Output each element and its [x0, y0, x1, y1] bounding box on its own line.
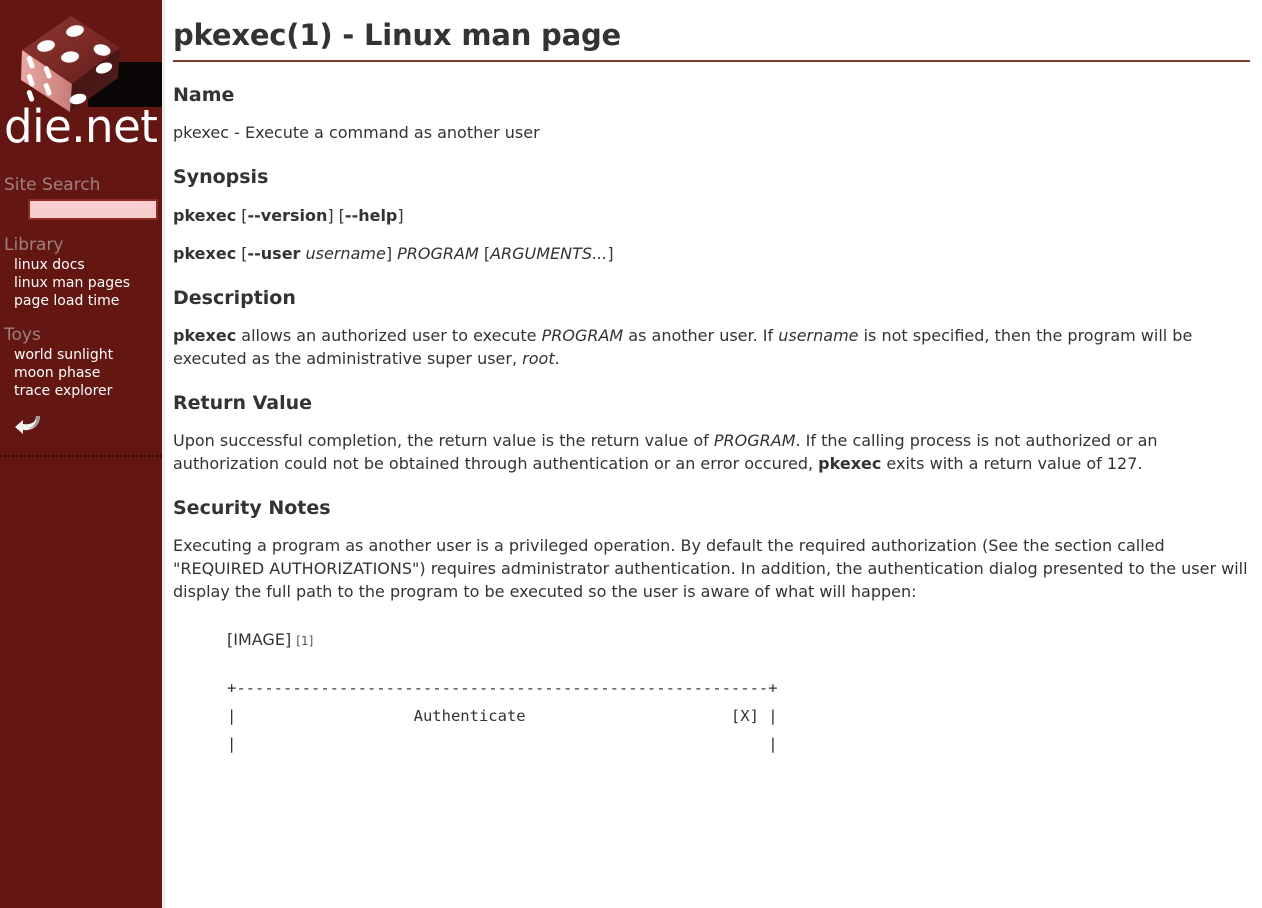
site-logo[interactable]: die.net — [0, 0, 162, 170]
synopsis-close-2: ] — [397, 206, 404, 225]
synopsis-open-1: [ — [236, 206, 248, 225]
sidebar-item-trace-explorer[interactable]: trace explorer — [0, 382, 162, 400]
sidebar-item-world-sunlight[interactable]: world sunlight — [0, 346, 162, 364]
synopsis-line-1: pkexec [--version] [--help] — [173, 204, 1248, 227]
image-placeholder-block: [IMAGE] [1] — [173, 629, 1250, 652]
ascii-dialog-box: +---------------------------------------… — [227, 679, 778, 753]
toys-label: Toys — [4, 325, 41, 345]
sidebar-item-linux-man-pages[interactable]: linux man pages — [0, 274, 162, 292]
section-heading-security-notes: Security Notes — [173, 497, 331, 519]
footnote-link-1[interactable]: [1] — [296, 634, 313, 648]
synopsis2-open-1: [ — [236, 244, 248, 263]
synopsis2-close-2: ] — [607, 244, 614, 263]
desc-t8: . — [554, 349, 560, 368]
rv-cmd: pkexec — [818, 454, 882, 473]
section-heading-name: Name — [173, 84, 235, 106]
section-heading-description: Description — [173, 287, 296, 309]
sidebar: die.net Site Search Library linux docs l… — [0, 0, 165, 908]
synopsis-command-2: pkexec — [173, 244, 237, 263]
section-text-security-notes: Executing a program as another user is a… — [173, 536, 1248, 601]
sidebar-item-moon-phase[interactable]: moon phase — [0, 364, 162, 382]
section-heading-synopsis: Synopsis — [173, 166, 269, 188]
desc-program: PROGRAM — [541, 326, 624, 345]
sidebar-divider — [0, 455, 162, 457]
synopsis-arg-arguments: ARGUMENTS... — [490, 244, 608, 263]
page-title: pkexec(1) - Linux man page — [173, 18, 1250, 62]
synopsis-line-2: pkexec [--user username] PROGRAM [ARGUME… — [173, 242, 1248, 265]
synopsis2-open-2: [ — [478, 244, 491, 263]
section-text-name: pkexec - Execute a command as another us… — [173, 123, 540, 142]
synopsis-command: pkexec — [173, 206, 237, 225]
search-input[interactable] — [28, 199, 158, 220]
synopsis-arg-program: PROGRAM — [397, 244, 479, 263]
desc-t4: as another user. If — [623, 326, 779, 345]
sidebar-item-page-load-time[interactable]: page load time — [0, 292, 162, 310]
desc-root: root — [522, 349, 555, 368]
sidebar-item-linux-docs[interactable]: linux docs — [0, 256, 162, 274]
synopsis-opt-help: --help — [344, 206, 398, 225]
synopsis2-close-1: ] — [385, 244, 398, 263]
rv-t1: Upon successful completion, the return v… — [173, 431, 714, 450]
desc-cmd: pkexec — [173, 326, 237, 345]
section-heading-return-value: Return Value — [173, 392, 313, 414]
library-label: Library — [4, 235, 64, 255]
synopsis-opt-user: --user — [247, 244, 301, 263]
section-text-description: pkexec allows an authorized user to exec… — [173, 324, 1248, 370]
main-content: pkexec(1) - Linux man page Name pkexec -… — [165, 0, 1262, 908]
rv-program: PROGRAM — [713, 431, 796, 450]
section-text-return-value: Upon successful completion, the return v… — [173, 429, 1248, 475]
desc-username: username — [778, 326, 859, 345]
desc-t2: allows an authorized user to execute — [236, 326, 542, 345]
synopsis-opt-version: --version — [247, 206, 328, 225]
site-search-label: Site Search — [4, 175, 101, 195]
synopsis-arg-username: username — [305, 244, 386, 263]
synopsis-close-1: ] [ — [327, 206, 345, 225]
back-arrow-icon[interactable] — [14, 412, 44, 436]
rv-t5: exits with a return value of 127. — [881, 454, 1143, 473]
logo-text: die.net — [4, 100, 158, 153]
image-placeholder: [IMAGE] — [227, 630, 292, 649]
